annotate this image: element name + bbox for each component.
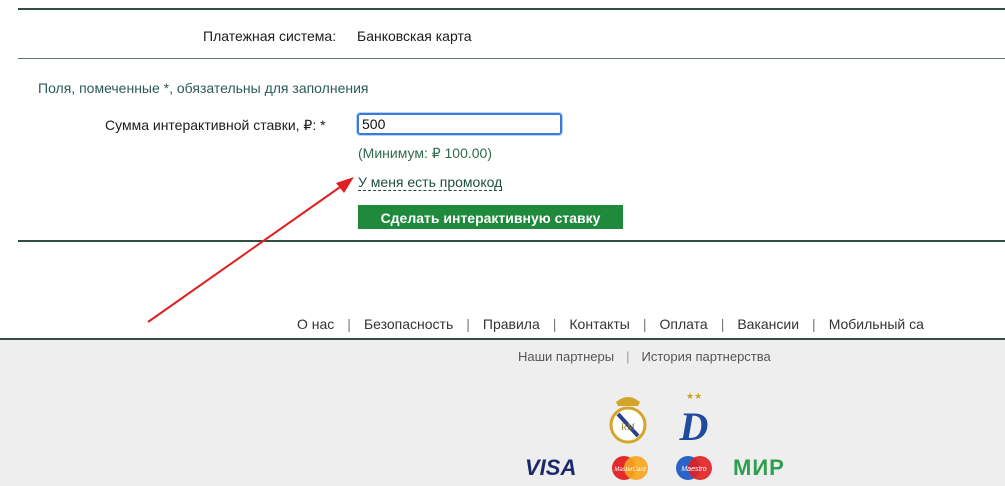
footer-link-security[interactable]: Безопасность [364,316,453,332]
nav-separator: | [720,316,725,332]
footer-link-payment[interactable]: Оплата [660,316,708,332]
mir-logo: МИР [733,455,785,480]
nav-separator: | [812,316,816,332]
real-madrid-crest-icon: RM [609,397,647,444]
mastercard-logo-text: MasterCard [614,467,646,473]
footer-link-rules[interactable]: Правила [483,316,540,332]
footer-link-about[interactable]: О нас [297,316,334,332]
form-bottom-divider [18,240,1005,242]
nav-separator: | [642,316,647,332]
section-divider [18,58,1005,59]
nav-separator: | [466,316,470,332]
partners-nav: Наши партнеры | История партнерства [518,349,771,364]
nav-separator: | [347,316,351,332]
nav-separator: | [552,316,557,332]
amount-input[interactable] [356,112,563,136]
svg-text:★★: ★★ [686,392,702,402]
svg-text:RM: RM [621,422,635,432]
maestro-logo-text: Maestro [681,466,706,473]
mastercard-logo-icon: MasterCard [612,456,648,480]
payment-system-value: Банковская карта [357,28,472,44]
footer-divider [0,338,1005,340]
footer-link-vacancies[interactable]: Вакансии [737,316,799,332]
promo-code-link[interactable]: У меня есть промокод [358,174,503,191]
top-divider [18,8,1005,10]
dynamo-logo-icon: ★★ D [679,392,709,446]
footer-link-mobile[interactable]: Мобильный са [829,316,924,332]
visa-logo: VISA [525,455,577,480]
footer-nav: О нас | Безопасность | Правила | Контакты | Опла… [297,316,924,332]
svg-text:D: D [679,404,709,446]
partnership-history-link[interactable]: История партнерства [641,349,770,364]
nav-separator: | [626,349,630,364]
required-fields-note: Поля, помеченные *, обязательны для запо… [38,80,369,96]
submit-bet-button[interactable]: Сделать интерактивную ставку [358,205,623,229]
partners-link[interactable]: Наши партнеры [518,349,614,364]
footer-link-contacts[interactable]: Контакты [569,316,629,332]
payment-system-label: Платежная система: [203,28,337,44]
minimum-amount-note: (Минимум: ₽ 100.00) [358,145,493,161]
maestro-logo-icon: Maestro [676,456,712,480]
footer-background [0,338,1005,486]
amount-label: Сумма интерактивной ставки, ₽: * [105,117,326,133]
